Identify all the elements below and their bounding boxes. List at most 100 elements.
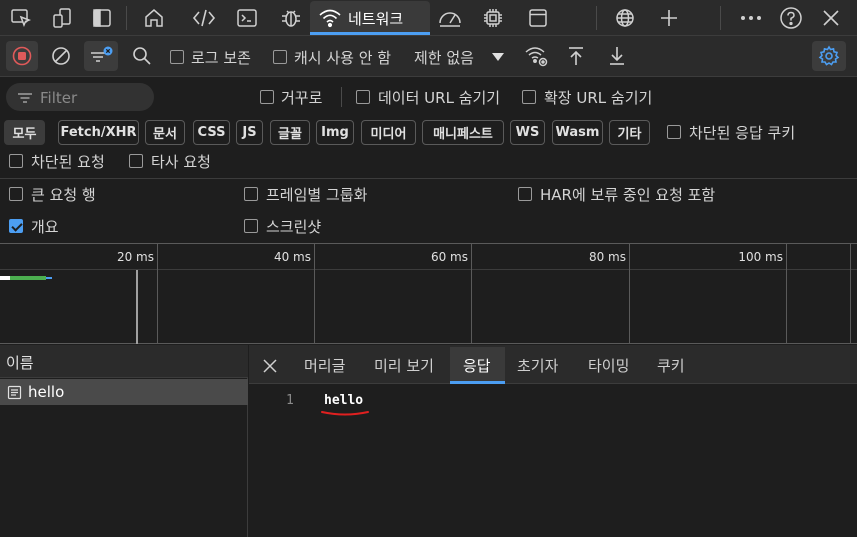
timeline-tick-label: 20 ms	[116, 250, 154, 264]
filter-lines-icon	[16, 91, 34, 105]
blocked-response-cookies-label: 차단된 응답 쿠키	[689, 124, 796, 142]
overview-label: 개요	[31, 218, 59, 236]
tab-response[interactable]: 응답	[463, 355, 491, 376]
disable-cache-label: 캐시 사용 안 함	[294, 49, 392, 67]
third-party-requests-label: 타사 요청	[151, 153, 211, 171]
waterfall-bar-waiting	[0, 276, 10, 280]
tab-initiator[interactable]: 초기자	[517, 355, 558, 376]
red-underline-annotation	[319, 409, 371, 417]
invert-checkbox[interactable]	[260, 90, 274, 104]
network-toolbar: 로그 보존 캐시 사용 안 함 제한 없음	[0, 36, 857, 77]
request-name: hello	[28, 383, 65, 401]
timeline-grid-line	[629, 244, 630, 344]
close-icon[interactable]	[817, 4, 845, 32]
console-icon[interactable]	[233, 4, 261, 32]
timeline-grid-line	[471, 244, 472, 344]
detail-tab-bar: 머리글 미리 보기 응답 초기자 타이밍 쿠키	[249, 345, 857, 384]
more-icon[interactable]	[737, 4, 765, 32]
type-filter-all[interactable]: 모두	[4, 120, 45, 145]
blocked-requests-checkbox[interactable]	[9, 154, 23, 168]
type-filter-wasm[interactable]: Wasm	[552, 120, 603, 145]
har-pending-checkbox[interactable]	[518, 187, 532, 201]
type-filter-font[interactable]: 글꼴	[270, 120, 310, 145]
network-conditions-icon[interactable]	[523, 42, 551, 70]
type-filter-js[interactable]: JS	[236, 120, 263, 145]
preserve-log-checkbox[interactable]	[170, 50, 184, 64]
hide-data-urls-label: 데이터 URL 숨기기	[378, 89, 501, 107]
memory-chip-icon[interactable]	[479, 4, 507, 32]
active-tab-indicator	[310, 32, 430, 35]
type-filter-manifest[interactable]: 매니페스트	[422, 120, 504, 145]
type-filter-css[interactable]: CSS	[193, 120, 230, 145]
group-by-frame-checkbox[interactable]	[244, 187, 258, 201]
preserve-log-label: 로그 보존	[191, 49, 251, 67]
type-filter-ws[interactable]: WS	[510, 120, 545, 145]
separator	[720, 6, 721, 30]
waterfall-bar-tail	[46, 277, 52, 279]
security-globe-icon[interactable]	[611, 4, 639, 32]
response-body-text[interactable]: hello	[324, 393, 363, 408]
type-filter-other[interactable]: 기타	[609, 120, 650, 145]
filter-toggle-icon[interactable]	[84, 41, 118, 71]
timeline-grid-line	[157, 244, 158, 344]
add-tool-icon[interactable]	[655, 4, 683, 32]
filter-row: Filter 거꾸로 데이터 URL 숨기기 확장 URL 숨기기	[0, 77, 857, 117]
network-wifi-icon	[317, 6, 343, 30]
tab-network-label: 네트워크	[348, 10, 404, 28]
active-tab-indicator	[450, 381, 505, 384]
tab-headers[interactable]: 머리글	[304, 355, 345, 376]
tab-preview[interactable]: 미리 보기	[374, 355, 434, 376]
network-settings-gear-icon[interactable]	[812, 41, 846, 71]
panel-toggle-icon[interactable]	[88, 4, 116, 32]
type-filter-media[interactable]: 미디어	[361, 120, 416, 145]
timeline-tick-label: 40 ms	[273, 250, 311, 264]
name-column-label: 이름	[6, 354, 34, 372]
request-row[interactable]: hello	[0, 379, 248, 405]
separator	[341, 87, 342, 107]
throttling-select[interactable]: 제한 없음	[414, 47, 474, 68]
blocked-response-cookies-checkbox[interactable]	[667, 125, 681, 139]
name-column-header[interactable]: 이름	[0, 345, 248, 378]
screenshots-checkbox[interactable]	[244, 219, 258, 233]
tab-cookies[interactable]: 쿠키	[657, 355, 685, 376]
line-number: 1	[286, 393, 294, 408]
hide-data-urls-checkbox[interactable]	[356, 90, 370, 104]
record-stop-icon[interactable]	[6, 41, 38, 71]
request-list: 이름 hello	[0, 345, 248, 537]
type-filter-document[interactable]: 문서	[145, 120, 185, 145]
hide-extension-urls-checkbox[interactable]	[522, 90, 536, 104]
elements-icon[interactable]	[190, 4, 218, 32]
performance-gauge-icon[interactable]	[436, 4, 464, 32]
type-filter-fetch-xhr[interactable]: Fetch/XHR	[58, 120, 139, 145]
blocked-requests-label: 차단된 요청	[31, 153, 105, 171]
device-emulation-icon[interactable]	[48, 4, 76, 32]
big-request-rows-checkbox[interactable]	[9, 187, 23, 201]
document-icon	[6, 384, 22, 400]
import-har-icon[interactable]	[562, 42, 590, 70]
timeline-tick-label: 100 ms	[738, 250, 783, 264]
group-by-frame-label: 프레임별 그룹화	[266, 186, 368, 204]
export-har-icon[interactable]	[603, 42, 631, 70]
tab-timing[interactable]: 타이밍	[588, 355, 629, 376]
welcome-home-icon[interactable]	[140, 4, 168, 32]
application-window-icon[interactable]	[524, 4, 552, 32]
divider	[0, 178, 857, 179]
har-pending-label: HAR에 보류 중인 요청 포함	[540, 186, 716, 204]
inspect-icon[interactable]	[7, 4, 35, 32]
timeline-marker	[136, 270, 138, 344]
type-filter-img[interactable]: Img	[316, 120, 354, 145]
disable-cache-checkbox[interactable]	[273, 50, 287, 64]
timeline-overview[interactable]: 20 ms 40 ms 60 ms 80 ms 100 ms	[0, 243, 857, 344]
third-party-requests-checkbox[interactable]	[129, 154, 143, 168]
overview-checkbox[interactable]	[9, 219, 23, 233]
close-icon[interactable]	[261, 357, 279, 375]
clear-icon[interactable]	[47, 42, 75, 70]
help-icon[interactable]	[777, 4, 805, 32]
hide-extension-urls-label: 확장 URL 숨기기	[544, 89, 653, 107]
timeline-tick-label: 60 ms	[430, 250, 468, 264]
separator	[596, 6, 597, 30]
search-icon[interactable]	[128, 42, 156, 70]
sources-bug-icon[interactable]	[277, 4, 305, 32]
chevron-down-icon[interactable]	[490, 50, 506, 64]
screenshots-label: 스크린샷	[266, 218, 322, 236]
